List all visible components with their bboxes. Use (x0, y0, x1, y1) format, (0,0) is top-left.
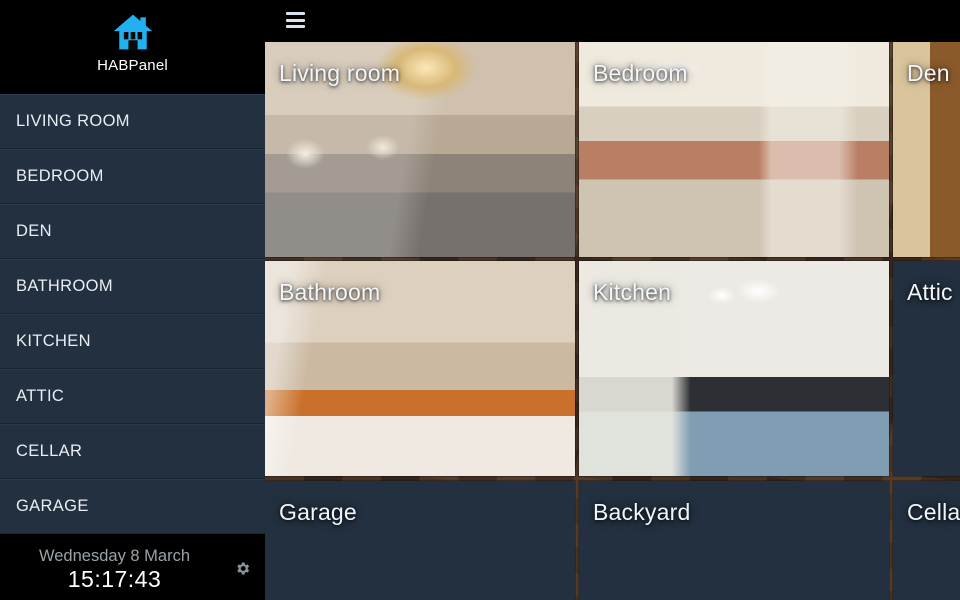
tile-living-room[interactable]: Living room (265, 42, 575, 257)
sidebar-item-bedroom[interactable]: BEDROOM (0, 149, 265, 204)
tile-backyard[interactable]: Backyard (579, 481, 889, 600)
sidebar: HABPanel LIVING ROOM BEDROOM DEN BATHROOM KI… (0, 0, 265, 600)
tile-title: Attic (907, 279, 953, 305)
brand-name: HABPanel (97, 57, 168, 74)
tile-title: Backyard (593, 499, 691, 525)
sidebar-item-kitchen[interactable]: KITCHEN (0, 314, 265, 369)
tile-title: Living room (279, 60, 401, 86)
tile-cellar[interactable]: Cellar (893, 481, 960, 600)
settings-button[interactable] (219, 560, 265, 579)
clock-bar: Wednesday 8 March 15:17:43 (0, 539, 265, 600)
hamburger-bar (286, 12, 305, 15)
clock-date: Wednesday 8 March (38, 547, 191, 565)
sidebar-item-attic[interactable]: ATTIC (0, 369, 265, 424)
tile-bedroom[interactable]: Bedroom (579, 42, 889, 257)
tile-title: Den (907, 60, 950, 86)
brand-header: HABPanel (0, 0, 265, 94)
sidebar-item-den[interactable]: DEN (0, 204, 265, 259)
sidebar-item-label: LIVING ROOM (16, 112, 130, 130)
tile-title: Bedroom (593, 60, 688, 86)
sidebar-item-garage[interactable]: GARAGE (0, 479, 265, 534)
tile-attic[interactable]: Attic (893, 261, 960, 476)
clock-stack: Wednesday 8 March 15:17:43 (0, 546, 219, 593)
tile-title: Garage (279, 499, 357, 525)
tile-title: Bathroom (279, 279, 381, 305)
tile-garage[interactable]: Garage (265, 481, 575, 600)
tile-kitchen[interactable]: Kitchen (579, 261, 889, 476)
tile-bathroom[interactable]: Bathroom (265, 261, 575, 476)
sidebar-item-label: DEN (16, 222, 52, 240)
sidebar-item-cellar[interactable]: CELLAR (0, 424, 265, 479)
sidebar-menu: LIVING ROOM BEDROOM DEN BATHROOM KITCHEN ATTI… (0, 94, 265, 534)
tile-title: Kitchen (593, 279, 672, 305)
hamburger-bar (286, 25, 305, 28)
sidebar-item-label: BEDROOM (16, 167, 104, 185)
sidebar-item-living-room[interactable]: LIVING ROOM (0, 94, 265, 149)
tile-grid: Living room Bedroom Den Bathroom Kitchen Atti… (265, 42, 960, 600)
clock-time: 15:17:43 (67, 566, 162, 592)
hamburger-bar (286, 18, 305, 22)
hamburger-menu-icon[interactable] (286, 12, 305, 28)
sidebar-item-label: KITCHEN (16, 332, 91, 350)
tile-den[interactable]: Den (893, 42, 960, 257)
tile-title: Cellar (907, 499, 960, 525)
habpanel-app: HABPanel LIVING ROOM BEDROOM DEN BATHROOM KI… (0, 0, 960, 600)
house-icon (111, 10, 155, 54)
sidebar-item-label: BATHROOM (16, 277, 113, 295)
sidebar-item-label: GARAGE (16, 497, 89, 515)
sidebar-item-label: CELLAR (16, 442, 83, 460)
gear-icon[interactable] (234, 560, 251, 577)
top-bar (265, 0, 960, 42)
dashboard: Living room Bedroom Den Bathroom Kitchen Atti… (265, 42, 960, 600)
sidebar-item-bathroom[interactable]: BATHROOM (0, 259, 265, 314)
sidebar-item-label: ATTIC (16, 387, 65, 405)
